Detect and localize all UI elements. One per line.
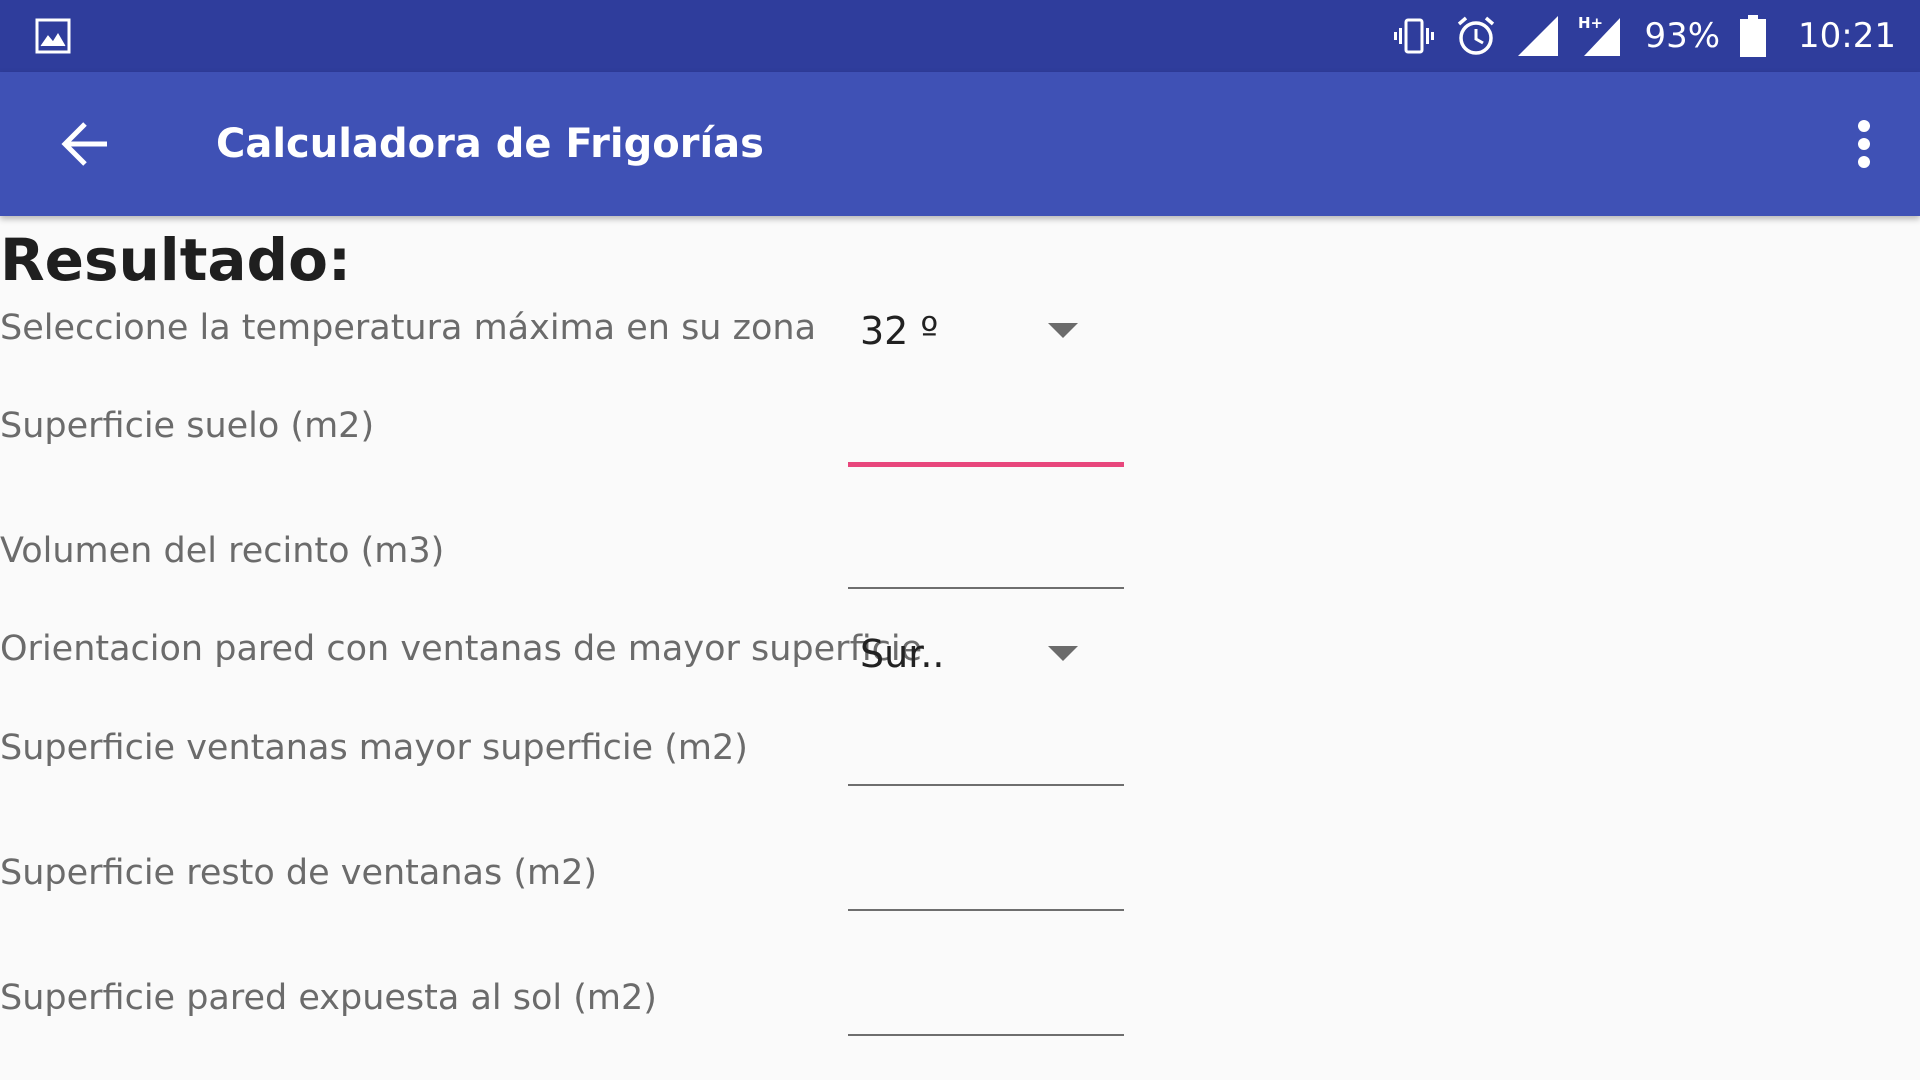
vibrate-icon: [1394, 18, 1435, 54]
room-volume-underline: [848, 587, 1124, 589]
sun-wall-area-field[interactable]: [848, 976, 1124, 1036]
floor-area-underline-focused: [848, 462, 1124, 467]
signal-icon: [1518, 16, 1559, 56]
app-toolbar: Calculadora de Frigorías: [0, 72, 1920, 216]
orientation-dropdown-arrow-icon[interactable]: [1048, 646, 1078, 661]
orientation-label: Orientacion pared con ventanas de mayor …: [0, 629, 923, 669]
overflow-menu-icon: [1858, 120, 1870, 168]
other-windows-area-underline: [848, 909, 1124, 911]
orientation-selected-value: Sur..: [860, 632, 945, 676]
back-button[interactable]: [40, 108, 130, 180]
result-heading: Resultado:: [0, 226, 352, 294]
network-type-label: H+: [1578, 14, 1603, 32]
temperature-selected-value: 32 º: [860, 309, 939, 353]
form-content: Resultado: Seleccione la temperatura máx…: [0, 216, 1920, 1080]
room-volume-label: Volumen del recinto (m3): [0, 531, 445, 571]
largest-window-area-input[interactable]: [848, 726, 1124, 784]
other-windows-area-field[interactable]: [848, 851, 1124, 911]
status-icons: H+ 93% 10:21: [1392, 0, 1896, 72]
status-bar: H+ 93% 10:21: [0, 0, 1920, 72]
sun-wall-area-label: Superficie pared expuesta al sol (m2): [0, 978, 657, 1018]
battery-icon: [1740, 15, 1767, 57]
largest-window-area-field[interactable]: [848, 726, 1124, 786]
overflow-menu-button[interactable]: [1828, 108, 1900, 180]
back-arrow-icon: [61, 122, 107, 166]
other-windows-area-label: Superficie resto de ventanas (m2): [0, 853, 597, 893]
battery-percent: 93%: [1644, 16, 1721, 56]
room-volume-input[interactable]: [848, 529, 1124, 587]
sun-wall-area-input[interactable]: [848, 976, 1124, 1034]
largest-window-area-underline: [848, 784, 1124, 786]
floor-area-label: Superficie suelo (m2): [0, 406, 375, 446]
app-title: Calculadora de Frigorías: [216, 121, 764, 167]
image-notification-icon: [35, 18, 71, 54]
h-plus-signal-icon: H+: [1578, 14, 1621, 56]
floor-area-input[interactable]: [848, 407, 1124, 465]
largest-window-area-label: Superficie ventanas mayor superficie (m2…: [0, 728, 748, 768]
room-volume-field[interactable]: [848, 529, 1124, 589]
alarm-icon: [1458, 16, 1495, 55]
sun-wall-area-underline: [848, 1034, 1124, 1036]
floor-area-field[interactable]: [848, 407, 1124, 467]
temperature-label: Seleccione la temperatura máxima en su z…: [0, 308, 817, 348]
clock-time: 10:21: [1798, 16, 1896, 56]
temperature-dropdown-arrow-icon[interactable]: [1048, 323, 1078, 338]
other-windows-area-input[interactable]: [848, 851, 1124, 909]
